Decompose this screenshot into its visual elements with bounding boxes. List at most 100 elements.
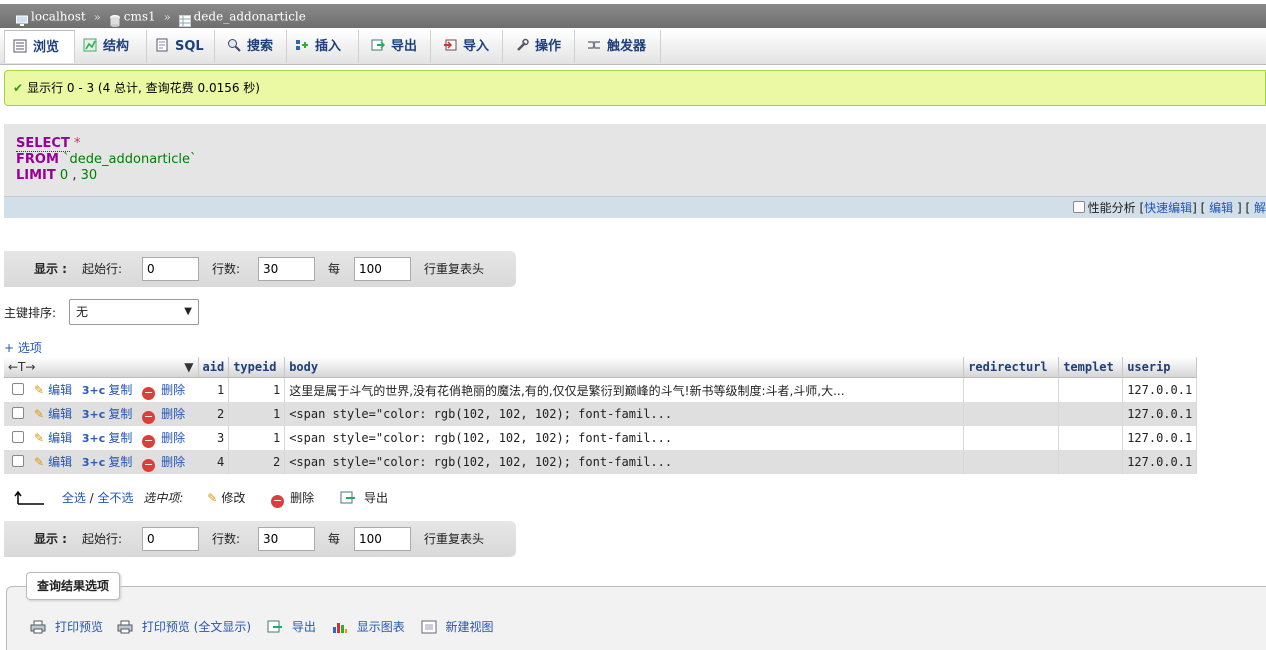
cell-aid[interactable]: 3 [198,426,230,450]
profiling-label: 性能分析 [1087,201,1136,215]
cell-templet[interactable] [1058,402,1124,426]
options-link[interactable]: + 选项 [4,339,42,356]
bulk-slash: / [89,491,94,505]
row-edit-link[interactable]: 编辑 [48,455,72,469]
repeat-header-input[interactable] [354,527,411,551]
row-checkbox[interactable] [12,430,24,443]
rows-input[interactable] [258,257,315,281]
print-icon [30,620,46,634]
print-view-link[interactable]: 打印预览 [55,620,103,634]
row-edit-link[interactable]: 编辑 [48,383,72,397]
cell-typeid[interactable]: 1 [228,426,286,450]
column-toggle-header[interactable]: ←T→ ▼ [4,357,199,378]
copy-icon: 3+c [81,431,106,445]
cell-userip[interactable]: 127.0.0.1 [1122,377,1198,402]
create-view-link[interactable]: 新建视图 [446,620,494,634]
cell-typeid[interactable]: 1 [228,402,286,426]
cell-userip[interactable]: 127.0.0.1 [1122,450,1198,474]
cell-typeid[interactable]: 2 [228,450,286,474]
cell-redirecturl[interactable] [963,426,1060,450]
tab-sql[interactable]: SQL [147,30,215,63]
tab-structure[interactable]: 结构 [75,30,147,63]
table-row: ✎ 编辑 3+c 复制 − 删除 3 1 <span style="color: rg… [4,426,1198,450]
tab-browse[interactable]: 浏览 [4,30,75,63]
check-all-link[interactable]: 全选 [62,491,86,505]
print-view-full-link[interactable]: 打印预览 (全文显示) [142,620,251,634]
repeat-header-input[interactable] [354,257,411,281]
delete-icon: − [142,409,156,424]
row-delete-link[interactable]: 删除 [161,431,185,445]
cell-redirecturl[interactable] [963,402,1060,426]
row-edit-link[interactable]: 编辑 [48,407,72,421]
cell-templet[interactable] [1058,377,1124,402]
tab-search[interactable]: 搜索 [215,30,287,63]
breadcrumb-server[interactable]: localhost [31,10,86,24]
column-header-redirecturl[interactable]: redirecturl [963,357,1060,378]
column-header-body[interactable]: body [284,357,965,378]
row-delete-link[interactable]: 删除 [161,383,185,397]
sql-keyword-select[interactable]: SELECT [16,136,70,152]
row-delete-link[interactable]: 删除 [161,455,185,469]
sql-icon [155,32,169,52]
table-header-row: ←T→ ▼ aid typeid body redirecturl temple… [4,357,1198,378]
sort-by-key-select[interactable]: 无 ▼ [69,299,199,325]
cell-userip[interactable]: 127.0.0.1 [1122,426,1198,450]
bulk-change-button[interactable]: 修改 [221,491,245,505]
tab-label: SQL [175,39,204,54]
breadcrumb-table[interactable]: dede_addonarticle [194,10,306,24]
row-delete-link[interactable]: 删除 [161,407,185,421]
tab-import[interactable]: 导入 [431,30,503,63]
cell-typeid[interactable]: 1 [228,377,286,402]
row-checkbox[interactable] [12,382,24,395]
sql-star: * [73,136,81,151]
row-checkbox[interactable] [12,406,24,419]
column-header-templet[interactable]: templet [1058,357,1124,378]
cell-templet[interactable] [1058,426,1124,450]
start-row-input[interactable] [142,257,199,281]
breadcrumb: localhost » cms1 » dede_addonarticle [0,4,1266,28]
column-header-userip[interactable]: userip [1122,357,1198,378]
success-message: ✔ 显示行 0 - 3 (4 总计, 查询花费 0.0156 秒) [4,70,1266,106]
cell-body[interactable]: <span style="color: rgb(102, 102, 102); … [284,450,965,474]
row-copy-link[interactable]: 复制 [108,431,132,445]
row-checkbox[interactable] [12,454,24,467]
row-copy-link[interactable]: 复制 [108,455,132,469]
tab-insert[interactable]: 插入 [287,30,359,63]
delete-icon: − [142,385,156,400]
display-chart-link[interactable]: 显示图表 [357,620,405,634]
breadcrumb-database[interactable]: cms1 [124,10,156,24]
inline-edit-link[interactable]: 快速编辑 [1144,201,1192,215]
start-row-input[interactable] [142,527,199,551]
row-copy-link[interactable]: 复制 [108,383,132,397]
explain-link[interactable]: 解 [1254,201,1266,215]
cell-aid[interactable]: 2 [198,402,230,426]
rows-input[interactable] [258,527,315,551]
bulk-export-button[interactable]: 导出 [364,491,388,505]
tab-triggers[interactable]: 触发器 [575,30,661,63]
cell-userip[interactable]: 127.0.0.1 [1122,402,1198,426]
with-selected-label: 选中项: [143,491,184,505]
bulk-delete-button[interactable]: 删除 [290,491,314,505]
cell-redirecturl[interactable] [963,450,1060,474]
cell-aid[interactable]: 4 [198,450,230,474]
row-copy-link[interactable]: 复制 [108,407,132,421]
cell-body[interactable]: <span style="color: rgb(102, 102, 102); … [284,426,965,450]
column-header-aid[interactable]: aid [198,357,230,378]
uncheck-all-link[interactable]: 全不选 [98,491,134,505]
pencil-icon: ✎ [34,406,45,421]
tab-label: 浏览 [33,40,60,55]
sort-arrow-icon[interactable]: ▼ [184,360,193,374]
export-link[interactable]: 导出 [292,620,316,634]
row-edit-link[interactable]: 编辑 [48,431,72,445]
cell-aid[interactable]: 1 [198,377,230,402]
cell-body[interactable]: <span style="color: rgb(102, 102, 102); … [284,402,965,426]
edit-link[interactable]: 编辑 [1209,201,1233,215]
cell-redirecturl[interactable] [963,377,1060,402]
cell-body[interactable]: 这里是属于斗气的世界,没有花俏艳丽的魔法,有的,仅仅是繁衍到巅峰的斗气!新书等级… [284,377,965,402]
tab-export[interactable]: 导出 [359,30,431,63]
column-header-typeid[interactable]: typeid [228,357,286,378]
cell-templet[interactable] [1058,450,1124,474]
tab-operations[interactable]: 操作 [503,30,575,63]
profiling-checkbox[interactable] [1072,201,1085,213]
query-results-operations-legend: 查询结果选项 [26,572,121,600]
